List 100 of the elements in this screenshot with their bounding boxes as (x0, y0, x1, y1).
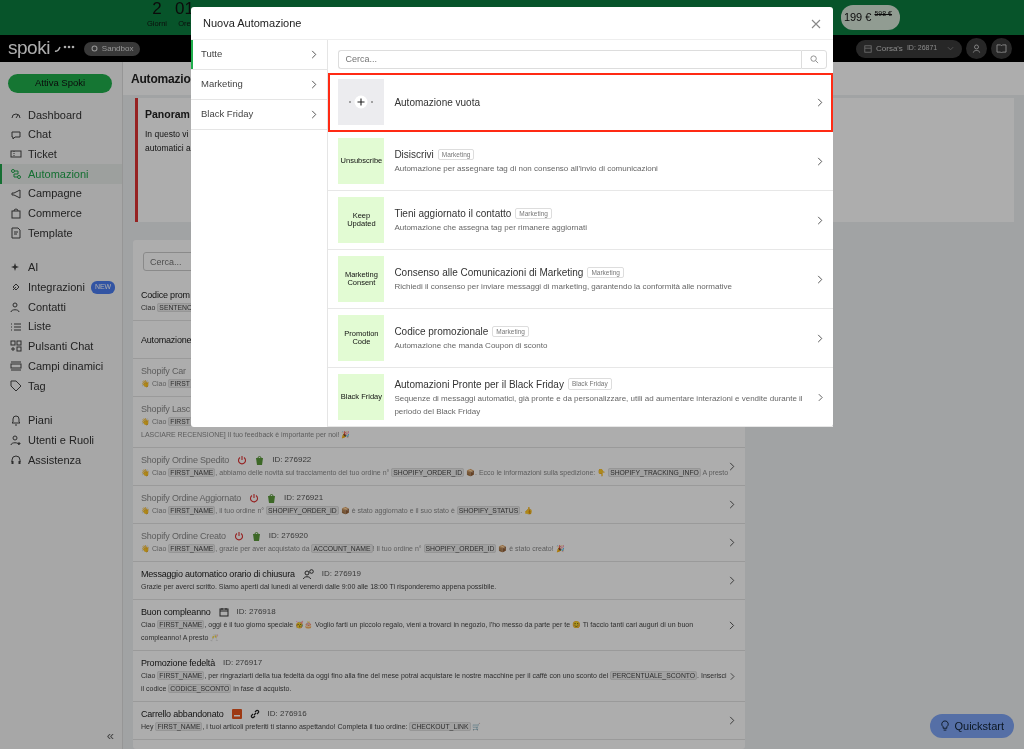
nav-item[interactable]: Pulsanti Chat (0, 336, 122, 357)
nav-item[interactable]: Dashboard (0, 105, 122, 125)
document-icon (10, 226, 22, 239)
nav-item[interactable]: Contatti (0, 297, 122, 317)
nav-item[interactable]: Liste (0, 316, 122, 337)
nav-item[interactable]: Piani (0, 410, 122, 431)
nav-label: Liste (28, 319, 52, 335)
nav-item[interactable]: Utenti e Ruoli (0, 430, 122, 450)
search-icon (809, 54, 819, 64)
chevron-icon (817, 215, 823, 225)
chevron-icon (817, 156, 823, 166)
nav-label: Template (28, 225, 73, 241)
list-icon (10, 320, 22, 333)
person-icon (972, 44, 981, 53)
search-button[interactable] (801, 49, 827, 69)
nav-label: Pulsanti Chat (28, 339, 94, 355)
automation-title: Shopify Ordine Creato (141, 530, 226, 542)
bag-icon (10, 207, 22, 220)
nav-item[interactable]: Template (0, 223, 122, 243)
price-pill[interactable]: 199 € $^{598 €}$ (840, 5, 900, 30)
nav-item[interactable]: Chat (0, 124, 122, 145)
bulb-icon (940, 720, 951, 732)
chevron-icon (311, 49, 318, 59)
headset-icon (10, 453, 22, 466)
template-title: Tieni aggiornato il contatto (394, 207, 512, 221)
nav-item[interactable]: Tag (0, 375, 122, 396)
nav-label: AI (28, 260, 39, 276)
activate-button[interactable]: Attiva Spoki (8, 74, 112, 93)
automation-id: ID: 276917 (222, 657, 263, 669)
nav-label: Contatti (28, 299, 66, 315)
automation-id: ID: 276919 (321, 568, 361, 580)
chevron-icon (817, 97, 823, 107)
quickstart-button[interactable]: Quickstart (930, 713, 1014, 738)
page-title: Automazio (131, 70, 191, 88)
bell-icon (10, 414, 22, 427)
close-icon (811, 18, 821, 29)
power-icon (237, 455, 248, 465)
template-description: Automazione che manda Coupon di sconto (394, 340, 549, 352)
nav-label: Chat (28, 127, 52, 143)
power-icon (249, 493, 260, 503)
logo-text: spoki (8, 36, 50, 61)
people-icon (10, 301, 22, 314)
nav-label: Commerce (28, 206, 82, 222)
automation-id: ID: 276916 (267, 708, 307, 720)
nav-label: Campagne (28, 186, 82, 202)
automation-title: Shopify Car (141, 365, 186, 377)
book-icon (996, 44, 1007, 53)
panel-text: In questo vi (145, 127, 189, 141)
chevron-icon (730, 671, 735, 681)
automation-id: ID: 276918 (236, 606, 276, 618)
guide-button[interactable] (991, 38, 1012, 59)
chevron-icon (729, 716, 735, 725)
shopping-bag-icon (251, 531, 261, 541)
ticket-icon (10, 148, 22, 161)
template-description: Richiedi il consenso per inviare messaggi di marketing, garantendo la conformità alle normative (394, 281, 733, 293)
nav-label: Ticket (28, 146, 57, 162)
collapse-toggle[interactable]: « (106, 725, 114, 745)
countdown-value: 01 (175, 0, 194, 18)
nav-label: Utenti e Ruoli (28, 432, 95, 448)
nav-item[interactable]: Commerce (0, 203, 122, 224)
link-icon (249, 709, 260, 719)
person-clock-icon (302, 569, 314, 579)
chevron-icon (729, 538, 735, 547)
automation-id: ID: 276922 (272, 454, 312, 466)
automation-title: Automazione (141, 333, 192, 346)
calendar-icon (218, 607, 229, 617)
automation-title: Shopify Lasc (141, 403, 191, 415)
automation-title: Codice prom (141, 289, 190, 301)
chevron-icon (729, 500, 735, 509)
nav-item[interactable]: Campi dinamici (0, 356, 122, 376)
automation-title: Messaggio automatico orario di chiusura (141, 568, 295, 580)
profile-button[interactable] (966, 38, 987, 59)
template-search-field[interactable]: Cerca... (338, 49, 801, 69)
store-icon (864, 44, 872, 53)
caret-icon (947, 46, 954, 51)
nav-label: Campi dinamici (28, 358, 104, 374)
nav-label: Piani (28, 413, 53, 429)
template-title: Automazioni Pronte per il Black Friday (394, 377, 564, 392)
automation-id: ID: 276921 (284, 492, 324, 504)
dots-icon (53, 44, 76, 53)
template-title: Consenso alle Comunicazioni di Marketing (394, 266, 584, 280)
automation-title: Promozione fedeltà (141, 657, 215, 669)
nav-item[interactable]: AI (0, 257, 122, 278)
category-tab[interactable]: Tutte (191, 39, 328, 70)
automation-option[interactable]: Automazione vuota (328, 73, 833, 132)
chevron-icon (311, 109, 318, 119)
chat-bubble-icon (10, 128, 22, 141)
people-icon (10, 434, 22, 447)
nav-label: Tag (28, 378, 46, 394)
chevron-icon (729, 576, 735, 585)
chevron-icon (311, 79, 318, 89)
template-title: Codice promozionale (394, 325, 489, 339)
countdown-value: 2 (152, 0, 162, 18)
template-title: Automazione vuota (394, 95, 480, 110)
nav-item[interactable]: Assistenza (0, 450, 122, 470)
nav-label: Assistenza (28, 452, 82, 468)
template-description: Automazione per assegnare tag di non consenso all'invio di comunicazioni (394, 163, 659, 175)
shopping-bag-icon (255, 455, 265, 465)
panel-title: Panoram (145, 108, 190, 121)
chevron-icon (817, 333, 823, 343)
